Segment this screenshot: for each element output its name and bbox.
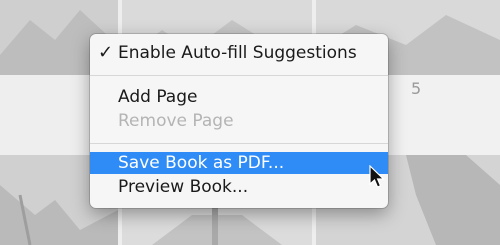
menu-item-remove-page: Remove Page xyxy=(90,110,388,132)
menu-item-label: Remove Page xyxy=(118,111,234,131)
page-number: 5 xyxy=(411,79,422,98)
menu-item-label: Save Book as PDF... xyxy=(118,153,285,173)
menu-separator xyxy=(90,143,388,144)
context-menu: ✓ Enable Auto-fill Suggestions Add Page … xyxy=(90,34,388,208)
menu-separator xyxy=(90,75,388,76)
menu-item-label: Enable Auto-fill Suggestions xyxy=(118,43,357,63)
menu-item-enable-autofill[interactable]: ✓ Enable Auto-fill Suggestions xyxy=(90,42,388,64)
menu-item-label: Preview Book... xyxy=(118,177,249,197)
mouse-cursor-icon xyxy=(369,165,385,188)
menu-item-add-page[interactable]: Add Page xyxy=(90,86,388,108)
checkmark-icon: ✓ xyxy=(98,42,114,63)
menu-item-save-book-pdf[interactable]: Save Book as PDF... xyxy=(90,152,388,174)
menu-item-label: Add Page xyxy=(118,87,198,107)
menu-item-preview-book[interactable]: Preview Book... xyxy=(90,176,388,198)
